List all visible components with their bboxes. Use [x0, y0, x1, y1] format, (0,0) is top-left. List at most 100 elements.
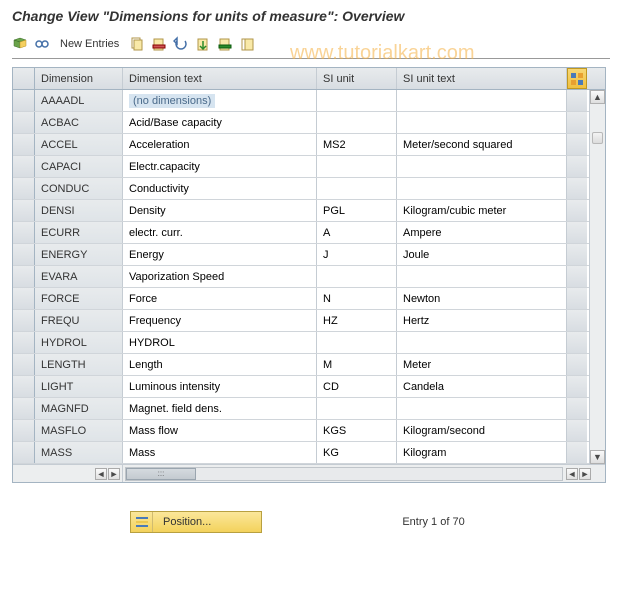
position-button[interactable]: Position... [130, 511, 262, 533]
cell-dimension-text[interactable]: Frequency [123, 310, 317, 331]
hscroll-track[interactable]: ::: [125, 467, 563, 481]
cell-si-unit-text[interactable]: Hertz [397, 310, 567, 331]
cell-dimension-text[interactable]: Length [123, 354, 317, 375]
cell-si-unit[interactable] [317, 112, 397, 133]
horizontal-scrollbar[interactable]: ◄ ► ::: ◄ ► [13, 464, 605, 482]
table-row[interactable]: FORCEForceNNewton [13, 288, 605, 310]
cell-dimension-text[interactable]: Conductivity [123, 178, 317, 199]
table-row[interactable]: EVARAVaporization Speed [13, 266, 605, 288]
cell-dimension-text[interactable]: Electr.capacity [123, 156, 317, 177]
cell-dimension[interactable]: DENSI [35, 200, 123, 221]
vscroll-up-arrow-icon[interactable]: ▲ [590, 90, 605, 104]
row-selector[interactable] [13, 420, 35, 441]
cell-si-unit-text[interactable]: Meter [397, 354, 567, 375]
row-selector[interactable] [13, 442, 35, 463]
row-selector[interactable] [13, 266, 35, 287]
cell-si-unit-text[interactable] [397, 398, 567, 419]
cell-dimension-text[interactable]: (no dimensions) [123, 90, 317, 111]
cell-dimension-text[interactable]: HYDROL [123, 332, 317, 353]
row-selector[interactable] [13, 112, 35, 133]
table-row[interactable]: MASFLOMass flowKGSKilogram/second [13, 420, 605, 442]
cell-dimension-text[interactable]: Force [123, 288, 317, 309]
toggle-display-icon[interactable] [12, 36, 28, 52]
table-row[interactable]: AAAADL(no dimensions) [13, 90, 605, 112]
copy-icon[interactable] [129, 36, 145, 52]
cell-dimension[interactable]: HYDROL [35, 332, 123, 353]
row-selector[interactable] [13, 376, 35, 397]
cell-dimension-text[interactable]: Acceleration [123, 134, 317, 155]
table-row[interactable]: LIGHTLuminous intensityCDCandela [13, 376, 605, 398]
hscroll-thumb[interactable]: ::: [126, 468, 196, 480]
cell-si-unit[interactable]: A [317, 222, 397, 243]
table-row[interactable]: CONDUCConductivity [13, 178, 605, 200]
cell-dimension[interactable]: LIGHT [35, 376, 123, 397]
cell-dimension-text[interactable]: Density [123, 200, 317, 221]
cell-si-unit[interactable]: N [317, 288, 397, 309]
cell-si-unit[interactable] [317, 398, 397, 419]
table-row[interactable]: MAGNFDMagnet. field dens. [13, 398, 605, 420]
cell-dimension-text[interactable]: Acid/Base capacity [123, 112, 317, 133]
cell-si-unit[interactable]: HZ [317, 310, 397, 331]
delete-icon[interactable] [151, 36, 167, 52]
cell-dimension-text[interactable]: Mass [123, 442, 317, 463]
cell-si-unit[interactable]: KGS [317, 420, 397, 441]
cell-si-unit-text[interactable]: Kilogram [397, 442, 567, 463]
cell-dimension[interactable]: ACBAC [35, 112, 123, 133]
cell-si-unit[interactable]: KG [317, 442, 397, 463]
cell-dimension-text[interactable]: Magnet. field dens. [123, 398, 317, 419]
cell-si-unit[interactable] [317, 266, 397, 287]
cell-si-unit[interactable] [317, 332, 397, 353]
header-dimension-text[interactable]: Dimension text [123, 68, 317, 89]
hscroll-right-arrow-icon[interactable]: ► [108, 468, 120, 480]
cell-si-unit[interactable]: MS2 [317, 134, 397, 155]
table-row[interactable]: FREQUFrequency HZHertz [13, 310, 605, 332]
table-row[interactable]: MASSMassKGKilogram [13, 442, 605, 464]
row-selector[interactable] [13, 178, 35, 199]
table-row[interactable]: CAPACIElectr.capacity [13, 156, 605, 178]
cell-si-unit[interactable] [317, 156, 397, 177]
cell-si-unit[interactable] [317, 90, 397, 111]
header-selector[interactable] [13, 68, 35, 89]
row-selector[interactable] [13, 222, 35, 243]
cell-dimension[interactable]: AAAADL [35, 90, 123, 111]
cell-dimension[interactable]: CONDUC [35, 178, 123, 199]
deselect-all-icon[interactable] [239, 36, 255, 52]
cell-si-unit-text[interactable]: Ampere [397, 222, 567, 243]
table-row[interactable]: ACBACAcid/Base capacity [13, 112, 605, 134]
table-row[interactable]: ENERGYEnergyJJoule [13, 244, 605, 266]
cell-dimension[interactable]: MASFLO [35, 420, 123, 441]
table-row[interactable]: ACCELAccelerationMS2Meter/second squared [13, 134, 605, 156]
undo-icon[interactable] [173, 36, 189, 52]
select-all-icon[interactable] [217, 36, 233, 52]
vscroll-down-arrow-icon[interactable]: ▼ [590, 450, 605, 464]
cell-si-unit-text[interactable] [397, 332, 567, 353]
table-row[interactable]: DENSIDensityPGLKilogram/cubic meter [13, 200, 605, 222]
cell-dimension[interactable]: ENERGY [35, 244, 123, 265]
row-selector[interactable] [13, 156, 35, 177]
vscroll-thumb[interactable] [592, 132, 603, 144]
cell-si-unit-text[interactable]: Joule [397, 244, 567, 265]
cell-si-unit[interactable] [317, 178, 397, 199]
cell-si-unit-text[interactable] [397, 90, 567, 111]
table-row[interactable]: HYDROLHYDROL [13, 332, 605, 354]
vertical-scrollbar[interactable]: ▲ ▼ [589, 90, 605, 464]
cell-dimension-text[interactable]: electr. curr. [123, 222, 317, 243]
cell-dimension-text[interactable]: Mass flow [123, 420, 317, 441]
row-selector[interactable] [13, 354, 35, 375]
cell-dimension[interactable]: FREQU [35, 310, 123, 331]
header-dimension[interactable]: Dimension [35, 68, 123, 89]
row-selector[interactable] [13, 200, 35, 221]
row-selector[interactable] [13, 398, 35, 419]
glasses-icon[interactable] [34, 36, 50, 52]
cell-dimension[interactable]: FORCE [35, 288, 123, 309]
cell-dimension[interactable]: CAPACI [35, 156, 123, 177]
table-settings-icon[interactable] [567, 68, 587, 89]
cell-dimension[interactable]: EVARA [35, 266, 123, 287]
table-row[interactable]: ECURRelectr. curr.AAmpere [13, 222, 605, 244]
hscroll-end-right-arrow-icon[interactable]: ► [579, 468, 591, 480]
header-si-unit[interactable]: SI unit [317, 68, 397, 89]
cell-si-unit[interactable]: J [317, 244, 397, 265]
table-row[interactable]: LENGTHLengthMMeter [13, 354, 605, 376]
vscroll-track[interactable] [592, 106, 603, 448]
cell-dimension-text[interactable]: Energy [123, 244, 317, 265]
